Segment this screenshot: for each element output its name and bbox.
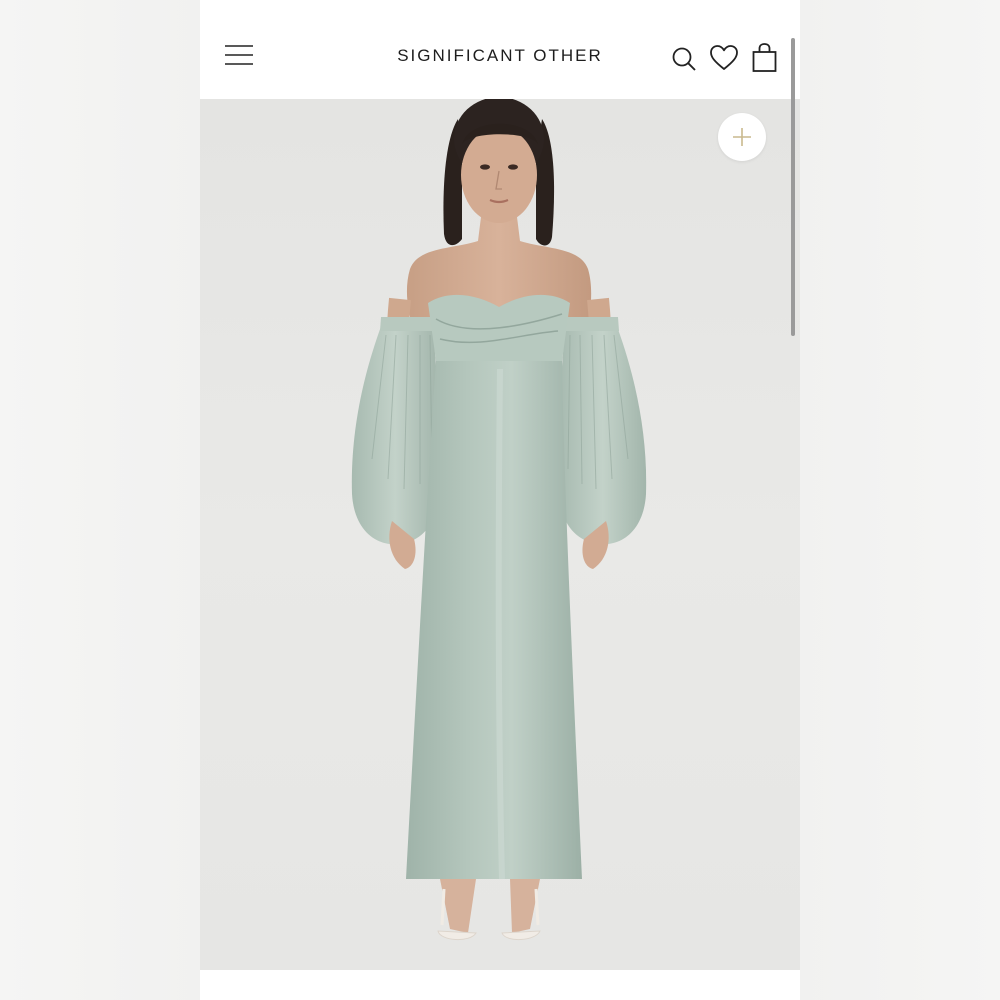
footer-strip — [200, 970, 800, 1000]
hamburger-menu-icon — [225, 45, 253, 65]
search-button[interactable] — [669, 42, 699, 74]
heart-icon — [710, 45, 738, 70]
brand-logo[interactable]: SIGNIFICANT OTHER — [350, 46, 650, 66]
shopping-bag-icon — [752, 43, 777, 72]
product-image[interactable] — [200, 99, 800, 970]
shopping-bag-button[interactable] — [750, 42, 780, 74]
plus-icon — [733, 128, 751, 146]
scrollbar[interactable] — [791, 38, 795, 336]
mobile-viewport: SIGNIFICANT OTHER — [200, 0, 800, 1000]
dress-model-illustration — [351, 99, 647, 940]
site-header: SIGNIFICANT OTHER — [200, 0, 800, 99]
wishlist-button[interactable] — [709, 42, 739, 74]
search-icon — [672, 47, 696, 71]
add-to-bag-button[interactable] — [718, 113, 766, 161]
menu-button[interactable] — [222, 42, 256, 70]
